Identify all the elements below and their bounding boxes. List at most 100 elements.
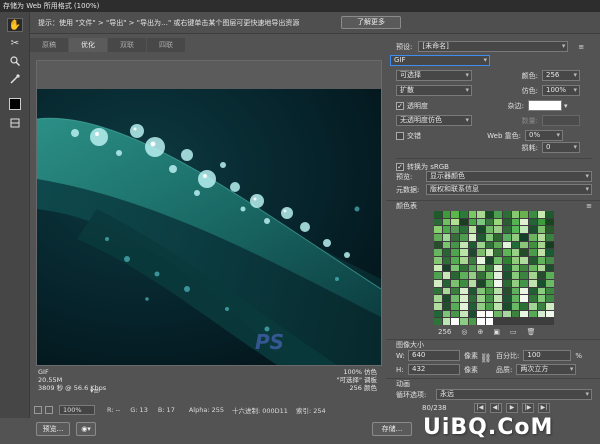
preview-select[interactable]: 显示器颜色 xyxy=(426,171,592,182)
palette-swatch[interactable] xyxy=(468,218,477,226)
palette-swatch[interactable] xyxy=(503,256,511,264)
palette-swatch[interactable] xyxy=(537,249,546,256)
palette-swatch[interactable] xyxy=(459,302,468,310)
web-shift-icon[interactable]: ⊕ xyxy=(477,328,483,336)
palette-swatch[interactable] xyxy=(511,256,520,264)
palette-swatch[interactable] xyxy=(520,241,529,249)
palette-swatch[interactable] xyxy=(529,249,537,256)
palette-swatch[interactable] xyxy=(503,264,511,272)
palette-swatch[interactable] xyxy=(434,226,442,233)
palette-swatch[interactable] xyxy=(537,310,546,318)
palette-swatch[interactable] xyxy=(459,279,468,287)
palette-swatch[interactable] xyxy=(511,218,520,226)
palette-swatch[interactable] xyxy=(537,302,546,310)
new-color-icon[interactable]: ▭ xyxy=(510,328,517,336)
hand-tool-icon[interactable]: ✋ xyxy=(7,18,23,32)
palette-swatch[interactable] xyxy=(468,241,477,249)
palette-swatch[interactable] xyxy=(503,211,511,218)
palette-swatch[interactable] xyxy=(520,249,529,256)
palette-swatch[interactable] xyxy=(529,302,537,310)
palette-swatch[interactable] xyxy=(529,211,537,218)
palette-swatch[interactable] xyxy=(468,287,477,295)
palette-swatch[interactable] xyxy=(485,295,494,302)
palette-swatch[interactable] xyxy=(434,264,442,272)
toggle-slices-icon[interactable] xyxy=(7,116,23,130)
palette-swatch[interactable] xyxy=(537,211,546,218)
palette-swatch[interactable] xyxy=(494,310,503,318)
play-icon[interactable]: ▶ xyxy=(506,403,518,413)
palette-swatch[interactable] xyxy=(546,310,554,318)
zoom-out-icon[interactable] xyxy=(34,406,42,414)
palette-swatch[interactable] xyxy=(477,310,485,318)
palette-swatch[interactable] xyxy=(511,233,520,241)
palette-swatch[interactable] xyxy=(468,295,477,302)
palette-swatch[interactable] xyxy=(537,287,546,295)
palette-swatch[interactable] xyxy=(485,318,494,325)
palette-swatch[interactable] xyxy=(442,233,451,241)
palette-swatch[interactable] xyxy=(442,287,451,295)
palette-swatch[interactable] xyxy=(477,264,485,272)
palette-swatch[interactable] xyxy=(442,295,451,302)
palette-swatch[interactable] xyxy=(477,302,485,310)
palette-swatch[interactable] xyxy=(511,272,520,279)
palette-swatch[interactable] xyxy=(477,295,485,302)
palette-swatch[interactable] xyxy=(546,211,554,218)
palette-swatch[interactable] xyxy=(459,233,468,241)
preset-select[interactable]: [未命名] xyxy=(418,41,569,52)
palette-swatch[interactable] xyxy=(485,279,494,287)
palette-swatch[interactable] xyxy=(546,302,554,310)
map-transparent-icon[interactable]: ◎ xyxy=(461,328,467,336)
preview-button[interactable]: 预览... xyxy=(36,422,70,436)
download-menu-icon[interactable]: ▾≡ xyxy=(90,387,99,395)
palette-swatch[interactable] xyxy=(434,295,442,302)
palette-swatch[interactable] xyxy=(468,279,477,287)
palette-swatch[interactable] xyxy=(442,256,451,264)
palette-swatch[interactable] xyxy=(459,249,468,256)
palette-swatch[interactable] xyxy=(459,226,468,233)
matte-dropdown-icon[interactable]: ▾ xyxy=(564,102,568,110)
palette-swatch[interactable] xyxy=(442,272,451,279)
palette-swatch[interactable] xyxy=(494,249,503,256)
palette-swatch[interactable] xyxy=(485,310,494,318)
palette-swatch[interactable] xyxy=(520,226,529,233)
palette-swatch[interactable] xyxy=(546,233,554,241)
palette-swatch[interactable] xyxy=(468,211,477,218)
palette-swatch[interactable] xyxy=(503,295,511,302)
palette-swatch[interactable] xyxy=(434,287,442,295)
palette-swatch[interactable] xyxy=(442,318,451,325)
prev-frame-icon[interactable]: ◀| xyxy=(490,403,502,413)
palette-swatch[interactable] xyxy=(468,318,477,325)
palette-swatch[interactable] xyxy=(503,241,511,249)
palette-swatch[interactable] xyxy=(546,241,554,249)
palette-swatch[interactable] xyxy=(503,279,511,287)
palette-swatch[interactable] xyxy=(434,241,442,249)
palette-swatch[interactable] xyxy=(529,241,537,249)
palette-swatch[interactable] xyxy=(477,226,485,233)
palette-swatch[interactable] xyxy=(494,218,503,226)
palette-swatch[interactable] xyxy=(434,233,442,241)
palette-swatch[interactable] xyxy=(537,241,546,249)
palette-swatch[interactable] xyxy=(520,310,529,318)
palette-swatch[interactable] xyxy=(468,310,477,318)
palette-swatch[interactable] xyxy=(434,318,442,325)
palette-swatch[interactable] xyxy=(503,226,511,233)
palette-swatch[interactable] xyxy=(529,226,537,233)
palette-swatch[interactable] xyxy=(434,310,442,318)
palette-swatch[interactable] xyxy=(529,256,537,264)
zoom-tool-icon[interactable] xyxy=(7,54,23,68)
palette-swatch[interactable] xyxy=(434,256,442,264)
quality-select[interactable]: 两次立方 xyxy=(516,364,577,375)
palette-swatch[interactable] xyxy=(503,310,511,318)
palette-swatch[interactable] xyxy=(477,318,485,325)
palette-swatch[interactable] xyxy=(442,279,451,287)
palette-swatch[interactable] xyxy=(494,295,503,302)
interlaced-checkbox[interactable] xyxy=(396,131,404,140)
palette-swatch[interactable] xyxy=(485,218,494,226)
percent-field[interactable]: 100 xyxy=(523,350,572,361)
palette-swatch[interactable] xyxy=(529,295,537,302)
palette-swatch[interactable] xyxy=(537,272,546,279)
palette-swatch[interactable] xyxy=(494,279,503,287)
palette-swatch[interactable] xyxy=(451,318,459,325)
palette-swatch[interactable] xyxy=(520,211,529,218)
palette-swatch[interactable] xyxy=(503,272,511,279)
